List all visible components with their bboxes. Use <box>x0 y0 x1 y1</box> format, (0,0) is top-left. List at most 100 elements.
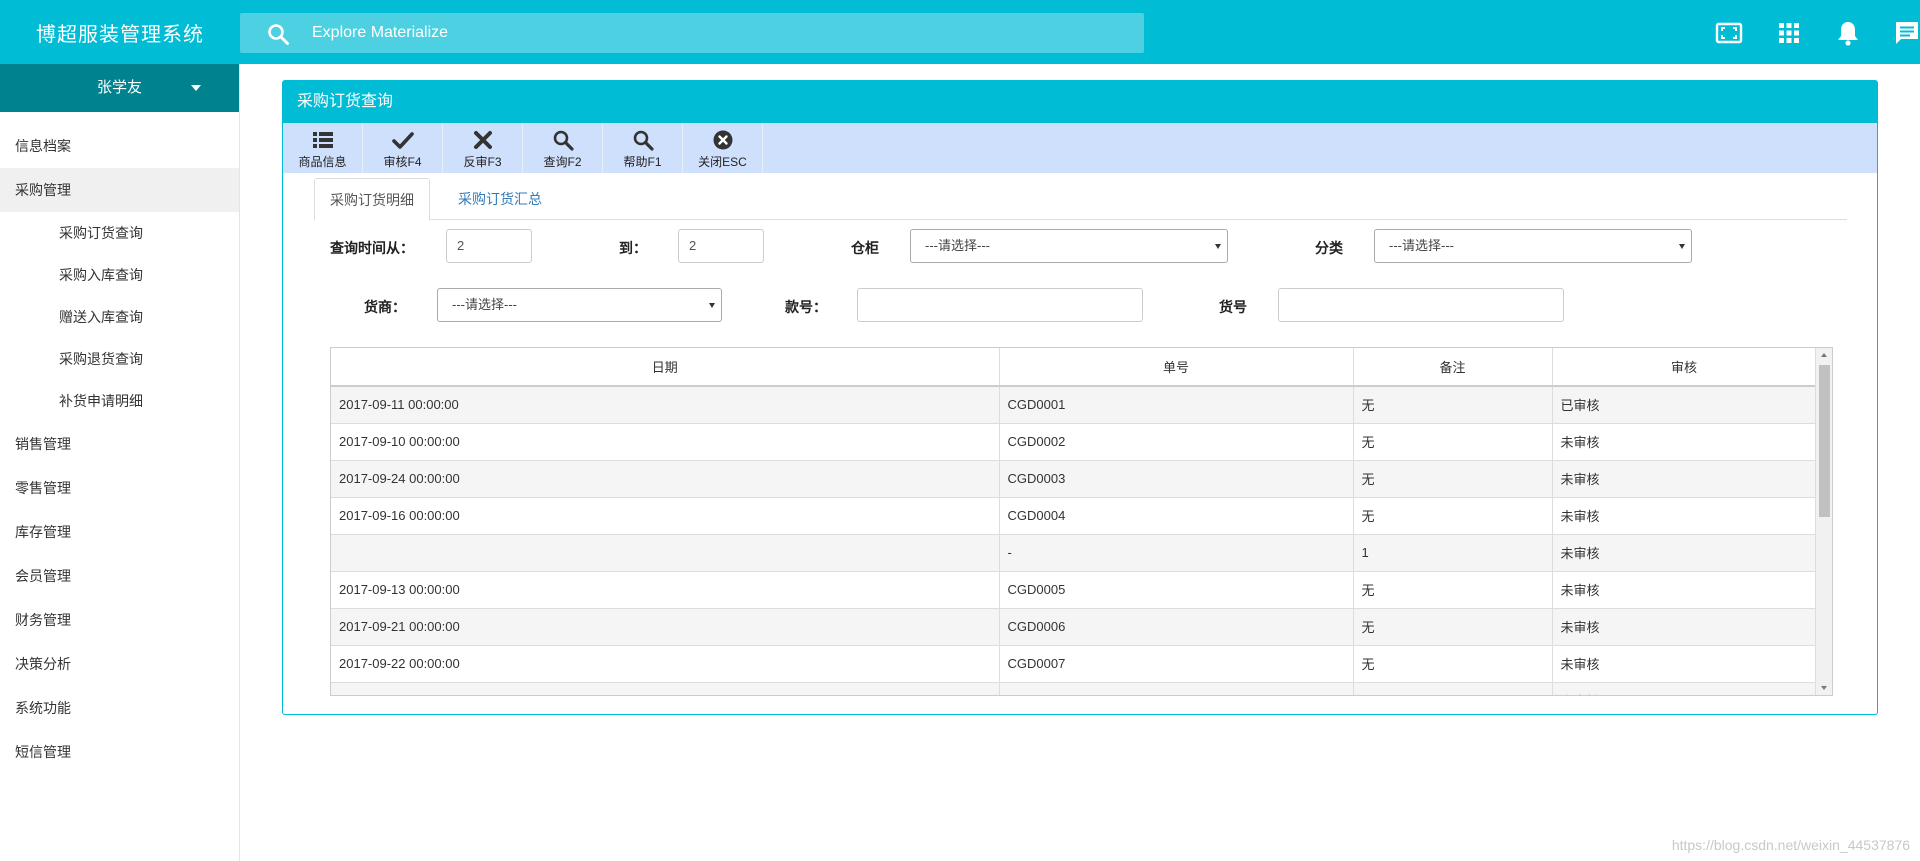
sidebar-menu: 信息档案 采购管理 采购订货查询 采购入库查询 赠送入库查询 采购退货查询 补货… <box>0 112 239 774</box>
approve-button[interactable]: 审核F4 <box>363 123 443 173</box>
table-row[interactable]: 2017-09-16 00:00:00 CGD0004 无 未审核 <box>331 497 1817 535</box>
sidebar-item-finance[interactable]: 财务管理 <box>0 598 239 642</box>
supplier-select[interactable]: ---请选择--- <box>437 288 722 322</box>
submenu-item-order-query[interactable]: 采购订货查询 <box>0 212 239 254</box>
table-row[interactable]: 无 未审核 <box>331 682 1817 695</box>
sidebar-item-system[interactable]: 系统功能 <box>0 686 239 730</box>
table-row[interactable]: 2017-09-22 00:00:00 CGD0007 无 未审核 <box>331 645 1817 683</box>
item-no-input[interactable] <box>1278 288 1564 322</box>
sidebar-item-sms[interactable]: 短信管理 <box>0 730 239 774</box>
submenu-item-inbound-query[interactable]: 采购入库查询 <box>0 254 239 296</box>
cell-order-no: - <box>999 534 1354 572</box>
cell-order-no <box>999 682 1354 695</box>
cell-approval: 未审核 <box>1552 534 1817 572</box>
table-scrollbar[interactable] <box>1815 348 1832 695</box>
style-no-label: 款号： <box>785 299 827 315</box>
cell-approval: 未审核 <box>1552 497 1817 535</box>
tab-order-detail[interactable]: 采购订货明细 <box>314 178 430 221</box>
date-to-input[interactable]: 2 <box>678 229 764 263</box>
checkmark-icon <box>391 132 414 149</box>
cell-order-no: CGD0003 <box>999 460 1354 498</box>
user-menu[interactable]: 张学友 <box>0 64 239 112</box>
order-table: 日期 单号 备注 审核 2017-09-11 00:00:00 CGD0001 … <box>330 347 1833 696</box>
cell-order-no: CGD0001 <box>999 386 1354 424</box>
date-from-label: 查询时间从： <box>330 240 414 256</box>
category-select[interactable]: ---请选择--- <box>1374 229 1692 263</box>
cell-remark: 无 <box>1353 460 1553 498</box>
query-button[interactable]: 查询F2 <box>523 123 603 173</box>
fullscreen-icon[interactable] <box>1714 18 1744 48</box>
close-panel-button[interactable]: 关闭ESC <box>683 123 763 173</box>
submenu-item-gift-inbound-query[interactable]: 赠送入库查询 <box>0 296 239 338</box>
help-label: 帮助F1 <box>623 155 662 169</box>
help-button[interactable]: 帮助F1 <box>603 123 683 173</box>
sidebar-item-purchase[interactable]: 采购管理 <box>0 168 239 212</box>
date-from-input[interactable]: 2 <box>446 229 532 263</box>
date-to-label: 到： <box>619 240 647 256</box>
column-header-approval[interactable]: 审核 <box>1552 348 1817 387</box>
dropdown-arrow-icon <box>1215 244 1221 249</box>
close-x-icon <box>473 131 492 149</box>
table-row[interactable]: - 1 未审核 <box>331 534 1817 572</box>
search-help-icon <box>633 130 654 151</box>
toolbar: 商品信息 审核F4 反审F3 查询F2 帮助F1 关闭ESC <box>283 123 1877 173</box>
table-row[interactable]: 2017-09-24 00:00:00 CGD0003 无 未审核 <box>331 460 1817 498</box>
search-bar[interactable]: Explore Materialize <box>240 13 1144 53</box>
column-header-date[interactable]: 日期 <box>331 348 1000 387</box>
notifications-bell-icon[interactable] <box>1833 18 1863 48</box>
scroll-up-arrow-icon[interactable] <box>1821 353 1827 357</box>
user-name: 张学友 <box>96 79 142 96</box>
tab-order-summary[interactable]: 采购订货汇总 <box>443 178 557 220</box>
cell-order-no: CGD0005 <box>999 571 1354 609</box>
product-info-button[interactable]: 商品信息 <box>283 123 363 173</box>
dropdown-arrow-icon <box>1679 244 1685 249</box>
cabinet-label: 仓柜 <box>851 240 879 256</box>
purchase-submenu: 采购订货查询 采购入库查询 赠送入库查询 采购退货查询 补货申请明细 <box>0 212 239 422</box>
sidebar-item-analytics[interactable]: 决策分析 <box>0 642 239 686</box>
chevron-down-icon[interactable] <box>191 85 201 91</box>
submenu-item-restock-detail[interactable]: 补货申请明细 <box>0 380 239 422</box>
sidebar-item-inventory[interactable]: 库存管理 <box>0 510 239 554</box>
dropdown-arrow-icon <box>709 303 715 308</box>
supplier-label: 货商： <box>364 299 406 315</box>
cell-approval: 未审核 <box>1552 645 1817 683</box>
table-row[interactable]: 2017-09-11 00:00:00 CGD0001 无 已审核 <box>331 386 1817 424</box>
cell-remark: 无 <box>1353 571 1553 609</box>
column-header-order-no[interactable]: 单号 <box>999 348 1354 387</box>
app-title: 博超服装管理系统 <box>36 24 204 46</box>
watermark-url: https://blog.csdn.net/weixin_44537876 <box>1671 837 1910 853</box>
sidebar-item-retail[interactable]: 零售管理 <box>0 466 239 510</box>
cell-date: 2017-09-13 00:00:00 <box>331 571 1000 609</box>
cell-order-no: CGD0007 <box>999 645 1354 683</box>
sidebar-item-members[interactable]: 会员管理 <box>0 554 239 598</box>
cell-date <box>331 534 1000 572</box>
table-row[interactable]: 2017-09-10 00:00:00 CGD0002 无 未审核 <box>331 423 1817 461</box>
apps-grid-icon[interactable] <box>1774 18 1804 48</box>
item-no-label: 货号 <box>1219 299 1247 315</box>
top-bar: 博超服装管理系统 Explore Materialize <box>0 0 1920 64</box>
cabinet-select[interactable]: ---请选择--- <box>910 229 1228 263</box>
search-icon <box>268 24 289 45</box>
sidebar-item-sales[interactable]: 销售管理 <box>0 422 239 466</box>
unapprove-label: 反审F3 <box>463 155 502 169</box>
sidebar-item-info-archive[interactable]: 信息档案 <box>0 124 239 168</box>
approve-label: 审核F4 <box>383 155 422 169</box>
table-row[interactable]: 2017-09-13 00:00:00 CGD0005 无 未审核 <box>331 571 1817 609</box>
style-no-input[interactable] <box>857 288 1143 322</box>
unapprove-button[interactable]: 反审F3 <box>443 123 523 173</box>
scrollbar-thumb[interactable] <box>1819 365 1830 517</box>
cell-order-no: CGD0006 <box>999 608 1354 646</box>
cell-approval: 已审核 <box>1552 386 1817 424</box>
submenu-item-return-query[interactable]: 采购退货查询 <box>0 338 239 380</box>
search-input[interactable]: Explore Materialize <box>312 13 448 53</box>
cell-order-no: CGD0002 <box>999 423 1354 461</box>
cell-approval: 未审核 <box>1552 682 1817 695</box>
column-header-remark[interactable]: 备注 <box>1353 348 1553 387</box>
purchase-order-query-panel: 采购订货查询 商品信息 审核F4 反审F3 查询F2 帮助F1 关闭ESC 采购… <box>282 80 1878 715</box>
search-icon <box>553 130 574 151</box>
table-row[interactable]: 2017-09-21 00:00:00 CGD0006 无 未审核 <box>331 608 1817 646</box>
cell-approval: 未审核 <box>1552 571 1817 609</box>
category-label: 分类 <box>1315 240 1343 256</box>
scroll-down-arrow-icon[interactable] <box>1821 686 1827 690</box>
chat-message-icon[interactable] <box>1892 18 1920 48</box>
